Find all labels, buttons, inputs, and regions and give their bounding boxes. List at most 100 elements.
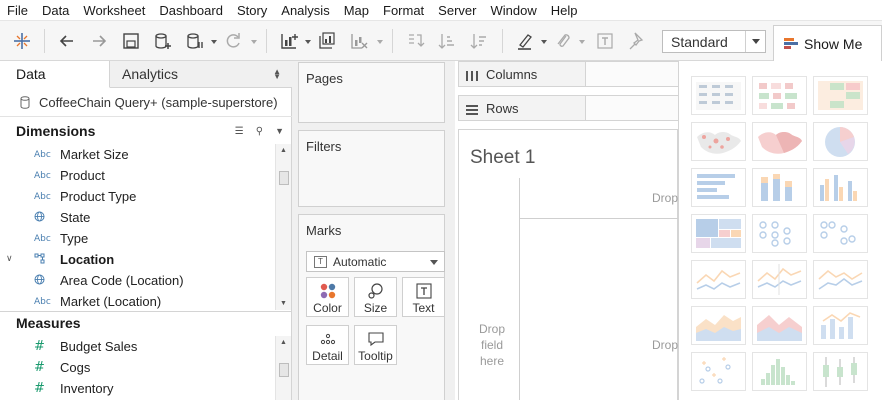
menu-analysis[interactable]: Analysis <box>274 0 336 21</box>
menu-data[interactable]: Data <box>35 0 76 21</box>
field-item[interactable]: # Inventory <box>0 378 276 399</box>
scatter-plot-chart-icon[interactable] <box>691 352 746 391</box>
box-whisker-chart-icon[interactable] <box>813 352 868 391</box>
dimensions-header: Dimensions ☰ ⚲ ▼ <box>0 119 292 143</box>
field-item[interactable]: Abc Product <box>0 165 276 186</box>
drop-left-line-3: here <box>479 354 505 368</box>
tab-data[interactable]: Data <box>0 61 110 88</box>
group-members-icon[interactable] <box>552 30 574 52</box>
menu-dashboard[interactable]: Dashboard <box>152 0 230 21</box>
columns-shelf[interactable]: Columns <box>458 61 679 87</box>
side-by-side-circles-chart-icon[interactable] <box>813 214 868 253</box>
line-discrete-chart-icon[interactable] <box>691 260 746 299</box>
field-item[interactable]: State <box>0 207 276 228</box>
pie-chart-icon[interactable] <box>813 122 868 161</box>
tooltip-icon <box>355 329 396 349</box>
pause-updates-icon[interactable] <box>184 30 206 52</box>
field-name: Inventory <box>60 381 114 396</box>
menu-map[interactable]: Map <box>337 0 376 21</box>
clear-sheet-icon[interactable] <box>348 30 370 52</box>
pin-icon[interactable] <box>624 30 646 52</box>
columns-drop-zone[interactable] <box>585 62 679 86</box>
circle-view-chart-icon[interactable] <box>752 214 807 253</box>
field-item[interactable]: Abc Type <box>0 228 276 249</box>
sort-descending-icon[interactable] <box>468 30 490 52</box>
new-datasource-icon[interactable] <box>152 30 174 52</box>
field-item[interactable]: # Budget Sales <box>0 336 276 357</box>
filled-map-chart-icon[interactable] <box>752 122 807 161</box>
text-table-chart-icon[interactable] <box>691 76 746 115</box>
chevron-down-icon[interactable]: ▼ <box>275 126 284 136</box>
highlight-icon[interactable] <box>514 30 536 52</box>
area-continuous-chart-icon[interactable] <box>691 306 746 345</box>
menu-format[interactable]: Format <box>376 0 431 21</box>
fit-select[interactable]: Standard <box>662 30 766 53</box>
view-list-icon[interactable]: ☰ <box>235 126 244 137</box>
tab-scroll-icon[interactable]: ▲ ▼ <box>273 68 281 81</box>
swap-icon[interactable] <box>404 30 426 52</box>
field-item[interactable]: Abc Market (Location) <box>0 291 276 310</box>
dimensions-scrollbar[interactable]: ▲ ▼ <box>275 144 291 310</box>
menu-help[interactable]: Help <box>544 0 585 21</box>
redo-icon[interactable] <box>88 30 110 52</box>
sheet-title[interactable]: Sheet 1 <box>470 147 536 169</box>
side-by-side-bars-chart-icon[interactable] <box>813 168 868 207</box>
field-item[interactable]: Abc Market Size <box>0 144 276 165</box>
duplicate-sheet-icon[interactable] <box>316 30 338 52</box>
show-me-button[interactable]: Show Me <box>773 25 882 61</box>
treemap-chart-icon[interactable] <box>691 214 746 253</box>
string-type-icon: Abc <box>34 170 51 181</box>
menu-story[interactable]: Story <box>230 0 274 21</box>
highlight-table-chart-icon[interactable] <box>813 76 868 115</box>
new-worksheet-icon[interactable] <box>278 30 300 52</box>
mark-type-select[interactable]: T Automatic <box>306 251 445 272</box>
symbol-map-chart-icon[interactable] <box>691 122 746 161</box>
sort-ascending-icon[interactable] <box>436 30 458 52</box>
chevron-down-icon[interactable] <box>745 31 765 52</box>
search-icon[interactable]: ⚲ <box>256 126 263 137</box>
drop-left-line-1: Drop <box>478 322 505 336</box>
field-item[interactable]: Area Code (Location) <box>0 270 276 291</box>
tooltip-button[interactable]: Tooltip <box>354 325 397 365</box>
chevron-down-icon[interactable] <box>430 260 438 265</box>
rows-shelf[interactable]: Rows <box>458 95 679 121</box>
geographic-icon <box>0 211 60 225</box>
folder-item[interactable]: ∨ Location <box>0 249 276 270</box>
menu-server[interactable]: Server <box>431 0 483 21</box>
datasource-name: CoffeeChain Query+ (sample-superstore) <box>39 95 278 110</box>
field-item[interactable]: Abc Product Type <box>0 186 276 207</box>
field-name: Location <box>60 252 115 267</box>
worksheet-view[interactable]: Sheet 1 Drop Drop Drop field here <box>458 129 679 400</box>
menu-window[interactable]: Window <box>483 0 543 21</box>
refresh-icon[interactable] <box>222 30 244 52</box>
pages-shelf[interactable]: Pages <box>298 62 445 123</box>
datasource-item[interactable]: CoffeeChain Query+ (sample-superstore) <box>0 89 292 117</box>
menu-file[interactable]: File <box>0 0 35 21</box>
heat-map-chart-icon[interactable] <box>752 76 807 115</box>
measures-scrollbar[interactable]: ▲ <box>275 336 291 400</box>
text-button[interactable]: Text <box>402 277 445 317</box>
rows-drop-zone[interactable] <box>585 96 679 120</box>
show-labels-icon[interactable] <box>594 30 616 52</box>
dual-combination-chart-icon[interactable] <box>813 306 868 345</box>
dual-line-chart-icon[interactable] <box>813 260 868 299</box>
line-continuous-chart-icon[interactable] <box>752 260 807 299</box>
size-icon <box>355 281 396 301</box>
menu-worksheet[interactable]: Worksheet <box>76 0 152 21</box>
size-button[interactable]: Size <box>354 277 397 317</box>
dimensions-title: Dimensions <box>16 123 96 139</box>
stacked-bar-chart-icon[interactable] <box>752 168 807 207</box>
color-button[interactable]: Color <box>306 277 349 317</box>
chevron-down-icon[interactable]: ∨ <box>6 253 13 264</box>
save-icon[interactable] <box>120 30 142 52</box>
horizontal-bar-chart-icon[interactable] <box>691 168 746 207</box>
data-pane-tabs: Data Analytics ▲ ▼ <box>0 61 292 88</box>
undo-icon[interactable] <box>56 30 78 52</box>
tab-analytics[interactable]: Analytics ▲ ▼ <box>110 61 291 88</box>
filters-shelf[interactable]: Filters <box>298 130 445 207</box>
histogram-chart-icon[interactable] <box>752 352 807 391</box>
area-discrete-chart-icon[interactable] <box>752 306 807 345</box>
field-item[interactable]: # Cogs <box>0 357 276 378</box>
detail-button[interactable]: Detail <box>306 325 349 365</box>
tableau-logo-icon[interactable] <box>11 30 33 52</box>
